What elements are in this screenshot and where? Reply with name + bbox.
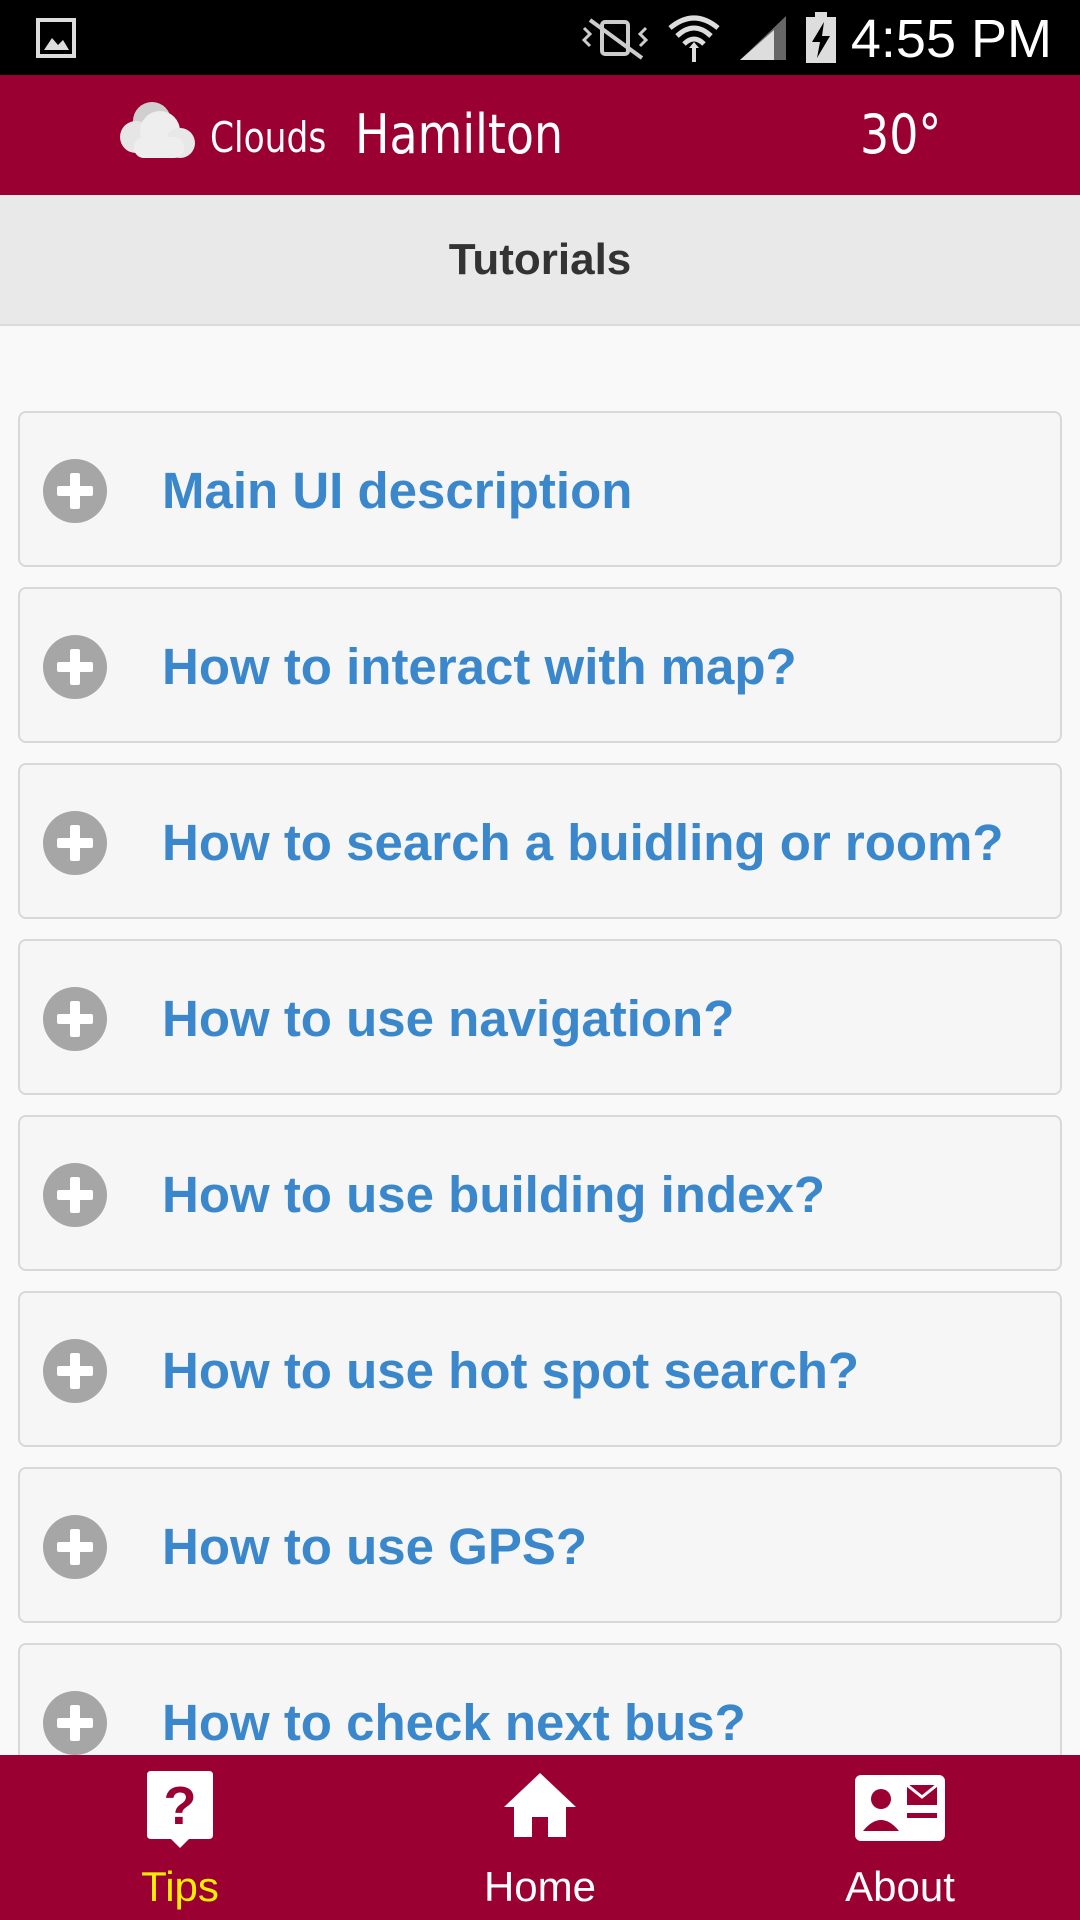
tutorial-title[interactable]: How to interact with map? xyxy=(162,635,1022,699)
tutorial-item[interactable]: How to interact with map? xyxy=(18,587,1062,743)
expand-plus-icon[interactable] xyxy=(43,811,107,875)
screen: 4:55 PM Clouds Hamilton 30° Tutorials Ma… xyxy=(0,0,1080,1920)
status-time: 4:55 PM xyxy=(850,9,1052,69)
tutorial-title[interactable]: How to use GPS? xyxy=(162,1515,1022,1579)
tutorial-title[interactable]: How to use navigation? xyxy=(162,987,1022,1051)
tutorial-title[interactable]: How to use building index? xyxy=(162,1163,1022,1227)
tutorial-item[interactable]: How to search a buidling or room? xyxy=(18,763,1062,919)
expand-plus-icon[interactable] xyxy=(43,1515,107,1579)
svg-text:?: ? xyxy=(164,1776,197,1836)
weather-condition: Clouds xyxy=(210,113,327,162)
mute-vibrate-icon xyxy=(581,18,649,60)
nav-label[interactable]: About xyxy=(800,1863,1000,1911)
weather-header: Clouds Hamilton 30° xyxy=(0,75,1080,195)
tutorial-item[interactable]: How to use navigation? xyxy=(18,939,1062,1095)
expand-plus-icon[interactable] xyxy=(43,987,107,1051)
gallery-icon xyxy=(36,18,76,58)
tutorial-item[interactable]: How to use GPS? xyxy=(18,1467,1062,1623)
nav-about[interactable]: About xyxy=(800,1755,1000,1920)
tutorial-item[interactable]: How to use hot spot search? xyxy=(18,1291,1062,1447)
temperature: 30° xyxy=(860,103,942,166)
nav-label[interactable]: Tips xyxy=(80,1863,280,1911)
question-bubble-icon[interactable]: ? xyxy=(145,1769,215,1849)
expand-plus-icon[interactable] xyxy=(43,1691,107,1755)
tutorial-list: Main UI description How to interact with… xyxy=(18,411,1062,1819)
tutorial-title[interactable]: How to check next bus? xyxy=(162,1691,1022,1755)
wifi-icon xyxy=(668,15,720,62)
nav-label[interactable]: Home xyxy=(440,1863,640,1911)
expand-plus-icon[interactable] xyxy=(43,1339,107,1403)
nav-tips[interactable]: ? Tips xyxy=(80,1755,280,1920)
bottom-nav: ? Tips Home About xyxy=(0,1755,1080,1920)
home-icon[interactable] xyxy=(500,1769,580,1841)
expand-plus-icon[interactable] xyxy=(43,635,107,699)
tutorial-item[interactable]: How to use building index? xyxy=(18,1115,1062,1271)
expand-plus-icon[interactable] xyxy=(43,459,107,523)
status-icons xyxy=(578,12,838,64)
page-title: Tutorials xyxy=(448,235,632,284)
tutorial-item[interactable]: Main UI description xyxy=(18,411,1062,567)
city-name: Hamilton xyxy=(355,103,564,166)
tutorial-title[interactable]: Main UI description xyxy=(162,459,1022,523)
page-title-bar: Tutorials xyxy=(0,195,1080,326)
nav-home[interactable]: Home xyxy=(440,1755,640,1920)
expand-plus-icon[interactable] xyxy=(43,1163,107,1227)
cloud-icon xyxy=(120,102,195,158)
battery-charging-icon xyxy=(806,12,836,63)
tutorial-title[interactable]: How to search a buidling or room? xyxy=(162,811,1022,875)
status-bar: 4:55 PM xyxy=(0,0,1080,75)
contact-card-icon[interactable] xyxy=(853,1769,947,1843)
tutorial-title[interactable]: How to use hot spot search? xyxy=(162,1339,1022,1403)
signal-icon xyxy=(740,16,786,60)
